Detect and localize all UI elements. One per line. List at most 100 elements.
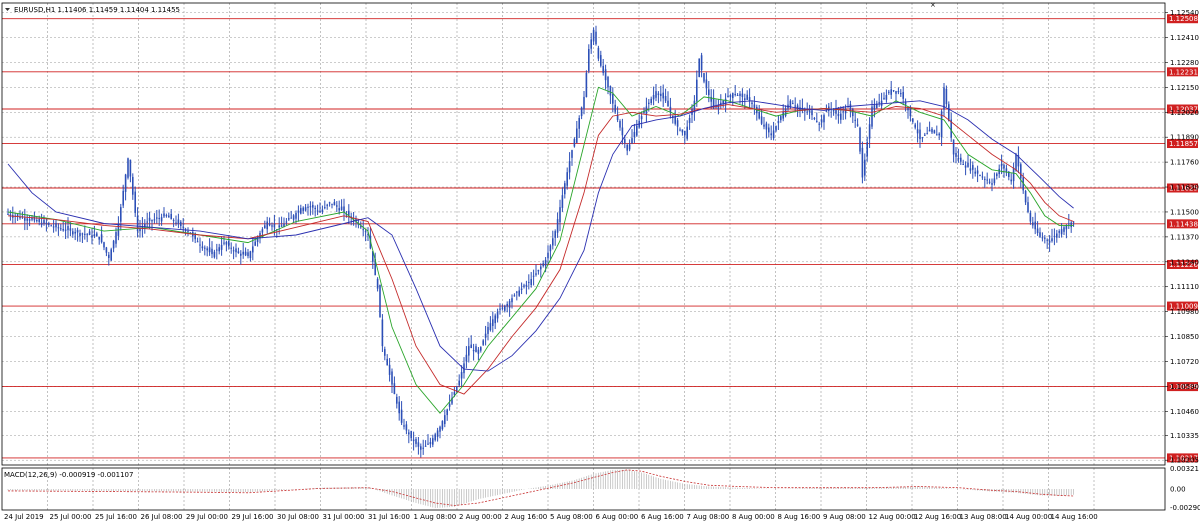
candle-body	[88, 231, 91, 235]
time-tick-label: 5 Aug 08:00	[550, 513, 593, 521]
candle-body	[993, 178, 996, 184]
candle-body	[811, 110, 813, 116]
candle-body	[175, 222, 177, 224]
candle-body	[302, 207, 304, 211]
time-tick-label: 31 Jul 16:00	[368, 513, 410, 521]
candle-body	[220, 244, 223, 250]
close-icon[interactable]: ×	[930, 1, 936, 9]
candle-body	[1046, 239, 1048, 241]
candle-body	[624, 139, 626, 143]
candle-body	[763, 124, 765, 127]
candle-body	[873, 105, 876, 110]
candle-body	[662, 92, 664, 99]
time-tick-label: 24 Jul 2019	[4, 513, 44, 521]
price-tick-label: 1.11500	[1170, 208, 1199, 216]
candle-body	[957, 157, 960, 160]
candle-body	[326, 204, 328, 206]
candle-body	[516, 291, 518, 293]
price-tick-label: 1.11240	[1170, 258, 1199, 266]
candle-body	[626, 144, 628, 151]
candle-body	[864, 159, 866, 176]
candle-body	[1027, 202, 1029, 212]
time-tick-label: 8 Aug 00:00	[732, 513, 775, 521]
candle-body	[540, 266, 542, 270]
candle-body	[139, 228, 141, 232]
candle-body	[496, 311, 499, 319]
candle-body	[441, 420, 444, 430]
candle-body	[127, 158, 129, 178]
candle-body	[571, 150, 573, 158]
candle-body	[477, 349, 480, 354]
candle-body	[480, 347, 482, 351]
candle-body	[792, 103, 794, 105]
candle-body	[559, 207, 561, 223]
candle-body	[655, 91, 657, 98]
candle-body	[878, 102, 880, 104]
price-chart[interactable]: 1.125081.122311.120371.118571.116251.114…	[0, 0, 1200, 523]
candle-body	[48, 223, 50, 225]
candle-body	[1003, 165, 1005, 169]
candle-body	[280, 225, 283, 227]
candle-body	[652, 95, 655, 100]
candle-body	[556, 219, 559, 233]
candle-body	[112, 240, 115, 249]
candle-body	[945, 88, 948, 105]
time-tick-label: 2 Aug 00:00	[459, 513, 502, 521]
price-tick-label: 1.12540	[1170, 9, 1199, 17]
time-tick-label: 6 Aug 00:00	[596, 513, 639, 521]
candle-body	[76, 230, 79, 233]
candle-body	[110, 249, 112, 261]
candle-body	[388, 364, 391, 375]
candle-body	[544, 259, 547, 266]
candle-body	[780, 116, 782, 121]
candle-body	[307, 206, 309, 208]
candle-body	[1010, 179, 1012, 182]
candle-body	[489, 323, 492, 331]
candle-body	[640, 116, 643, 120]
candle-body	[168, 215, 170, 218]
candle-body	[494, 315, 496, 324]
candle-body	[590, 39, 592, 49]
candle-body	[314, 207, 316, 210]
candle-body	[439, 426, 441, 432]
candle-body	[696, 79, 698, 102]
candle-body	[964, 165, 967, 168]
candle-body	[340, 206, 343, 211]
candle-body	[928, 129, 931, 132]
time-tick-label: 12 Aug 00:00	[869, 513, 916, 521]
candle-body	[746, 94, 748, 100]
candle-body	[984, 178, 986, 180]
candle-body	[595, 31, 597, 45]
candle-body	[703, 73, 705, 82]
candle-body	[1053, 235, 1056, 237]
candle-body	[379, 284, 381, 318]
candle-body	[619, 121, 621, 128]
candle-body	[223, 242, 225, 244]
candle-body	[816, 120, 818, 122]
candle-body	[818, 123, 820, 125]
candle-body	[1032, 222, 1034, 226]
candle-body	[506, 303, 508, 307]
candle-body	[751, 102, 753, 104]
candle-body	[758, 111, 760, 119]
candle-body	[991, 183, 993, 185]
candle-body	[384, 349, 386, 356]
candle-body	[43, 219, 45, 224]
candle-body	[823, 115, 825, 123]
candle-body	[177, 219, 180, 225]
time-tick-label: 25 Jul 16:00	[95, 513, 137, 521]
candle-body	[628, 144, 631, 150]
candle-body	[808, 110, 811, 113]
candle-body	[338, 208, 340, 211]
candle-body	[444, 415, 446, 425]
candle-body	[1020, 164, 1022, 179]
chart-window[interactable]: 1.12508 1.12231 1.12037 1.11857 1.11625 1.114…	[0, 0, 1200, 523]
candle-body	[621, 127, 624, 136]
time-tick-label: 31 Jul 00:00	[323, 513, 365, 521]
candle-body	[62, 229, 64, 231]
candle-body	[794, 105, 796, 107]
candle-body	[988, 181, 991, 183]
candle-body	[667, 100, 669, 107]
candle-body	[1012, 167, 1015, 182]
candle-body	[871, 106, 873, 127]
